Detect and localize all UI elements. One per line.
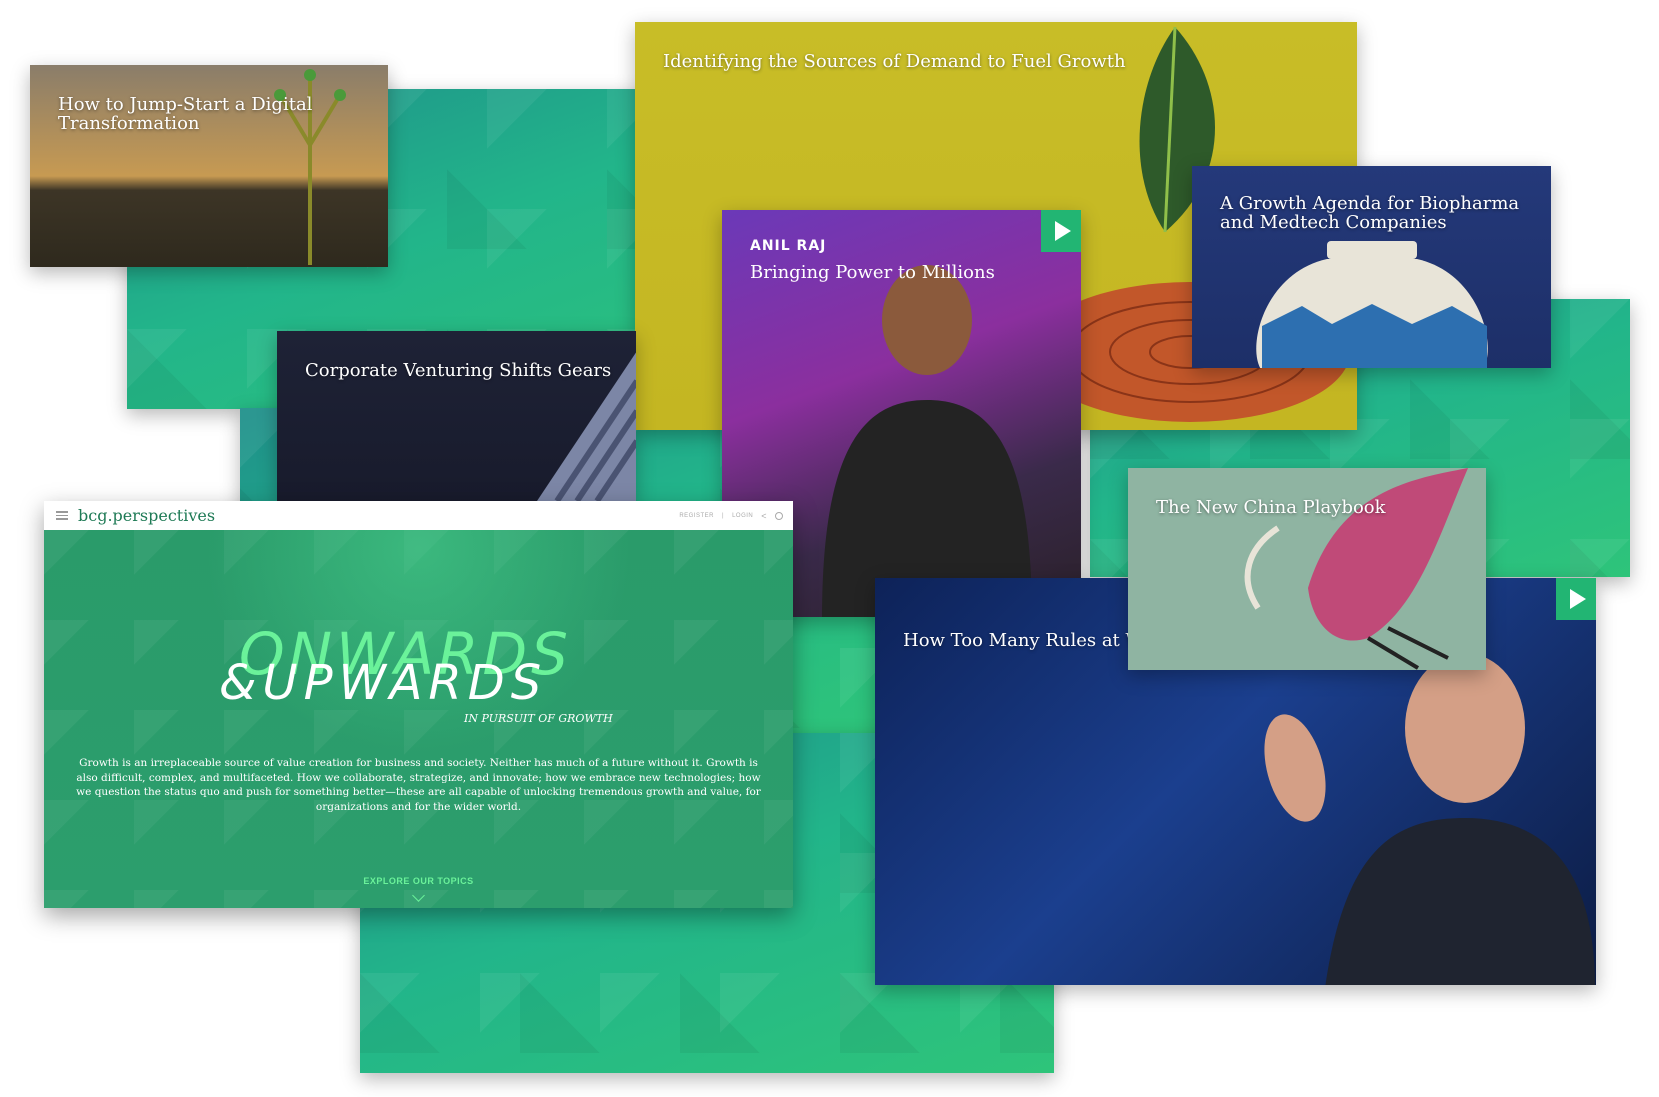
top-bar-actions: REGISTER | LOGIN < [679, 501, 783, 530]
logo-subtitle: IN PURSUIT OF GROWTH [464, 712, 613, 725]
card-biopharma[interactable]: A Growth Agenda for Biopharma and Medtec… [1192, 166, 1551, 368]
play-button-rules[interactable] [1556, 578, 1596, 620]
card-jumpstart[interactable]: How to Jump-Start a Digital Transformati… [30, 65, 388, 267]
building-illustration [537, 352, 636, 501]
card-demand-title: Identifying the Sources of Demand to Fue… [663, 51, 1126, 72]
card-venturing-title: Corporate Venturing Shifts Gears [305, 360, 612, 381]
menu-icon[interactable] [56, 511, 68, 520]
card-china[interactable]: The New China Playbook [1128, 468, 1486, 670]
register-link[interactable]: REGISTER [679, 513, 714, 519]
divider: | [722, 512, 725, 519]
card-china-title: The New China Playbook [1156, 497, 1386, 518]
search-icon[interactable] [775, 511, 783, 520]
chevron-down-icon[interactable] [411, 889, 425, 902]
play-icon [1570, 589, 1586, 609]
brand-logo[interactable]: bcg.perspectives [78, 506, 215, 525]
speaker-name: ANIL RAJ [750, 238, 827, 254]
speaker-silhouette [822, 265, 1032, 617]
login-link[interactable]: LOGIN [732, 513, 753, 519]
logo-upwards: &UPWARDS [219, 655, 548, 711]
play-icon [1055, 221, 1071, 241]
fishbowl-illustration [1256, 241, 1488, 368]
explore-topics-link[interactable]: EXPLORE OUR TOPICS [44, 876, 793, 886]
hero-body: ONWARDS &UPWARDS IN PURSUIT OF GROWTH Gr… [44, 530, 793, 908]
card-anil-title: Bringing Power to Millions [750, 262, 995, 283]
top-bar: bcg.perspectives REGISTER | LOGIN < [44, 501, 793, 530]
hero-panel: bcg.perspectives REGISTER | LOGIN < ONWA… [44, 501, 793, 908]
card-biopharma-title: A Growth Agenda for Biopharma and Medtec… [1220, 193, 1520, 233]
play-button-anil[interactable] [1041, 210, 1081, 252]
hero-description: Growth is an irreplaceable source of val… [76, 757, 761, 813]
card-jumpstart-title: How to Jump-Start a Digital Transformati… [58, 94, 313, 134]
share-icon[interactable]: < [761, 511, 767, 521]
speaker-silhouette-2 [1264, 653, 1595, 985]
card-venturing[interactable]: Corporate Venturing Shifts Gears [277, 331, 636, 501]
card-rules-title: How Too Many Rules at W [903, 630, 1145, 651]
